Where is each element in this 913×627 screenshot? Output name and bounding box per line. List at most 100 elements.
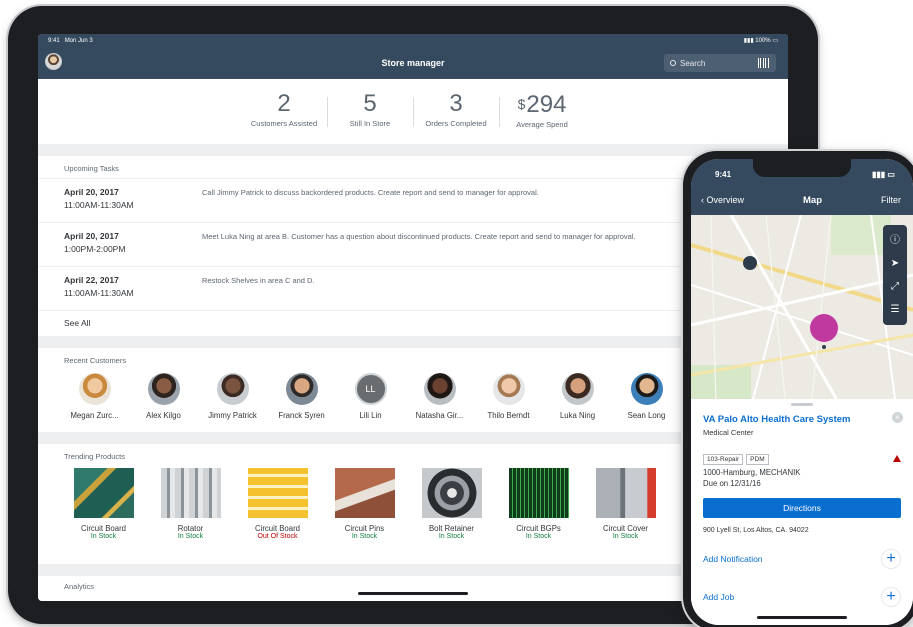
customer-name: Megan Zurc... <box>70 411 119 420</box>
fullscreen-icon[interactable]: ⤢ <box>891 281 899 292</box>
task-row[interactable]: April 20, 2017 11:00AM-11:30AM Call Jimmy… <box>38 178 788 222</box>
kpi-customers-assisted[interactable]: 2 Customers Assisted <box>241 91 327 144</box>
due-date: Due on 12/31/16 <box>703 479 761 488</box>
map-marker-dot <box>822 345 826 349</box>
customer-avatar <box>423 373 456 405</box>
customer-item[interactable]: Franck Syren <box>267 373 336 432</box>
product-item[interactable]: Circuit Board Out Of Stock <box>234 468 321 564</box>
card-header: Recent Customers <box>64 356 127 365</box>
status-time: 9:41 <box>715 169 732 179</box>
product-status: In Stock <box>612 533 639 540</box>
product-item[interactable]: Circuit BGPs In Stock <box>495 468 582 564</box>
back-label: Overview <box>706 195 745 205</box>
back-button[interactable]: ‹ Overview <box>701 195 744 205</box>
plus-icon[interactable]: + <box>881 587 901 607</box>
product-item[interactable]: Circuit Pins In Stock <box>321 468 408 564</box>
product-status: In Stock <box>177 533 204 540</box>
user-avatar[interactable] <box>45 53 62 70</box>
task-description: Meet Luka Ning at area B. Customer has a… <box>202 232 636 241</box>
map-canvas <box>691 215 913 407</box>
warning-icon <box>893 455 901 462</box>
info-icon[interactable]: ⓘ <box>890 235 900 246</box>
product-name: Bolt Retainer <box>428 524 475 533</box>
customer-item[interactable]: Megan Zurc... <box>60 373 129 432</box>
map-marker-selected <box>810 314 838 342</box>
kpi-average-spend[interactable]: $294 Average Spend <box>499 91 585 144</box>
add-notification-row[interactable]: Add Notification + <box>691 540 913 578</box>
product-image <box>160 468 221 518</box>
task-when: April 20, 2017 11:00AM-11:30AM <box>64 186 202 215</box>
customer-avatar <box>285 373 318 405</box>
product-status: In Stock <box>438 533 465 540</box>
product-name: Circuit Board <box>80 524 127 533</box>
product-name: Circuit Board <box>254 524 301 533</box>
ipad-status-bar: 9:41 Mon Jun 3 ▮▮▮ 100% ▭ <box>38 34 788 47</box>
customer-avatar <box>492 373 525 405</box>
kpi-orders-completed[interactable]: 3 Orders Completed <box>413 91 499 144</box>
kpi-label: Still In Store <box>349 119 391 128</box>
customer-item[interactable]: Natasha Gir... <box>405 373 474 432</box>
customer-item[interactable]: LL Lili Lin <box>336 373 405 432</box>
status-time: 9:41 <box>48 37 60 44</box>
product-list: Circuit Board In Stock Rotator In Stock Ci… <box>38 466 788 564</box>
customer-item[interactable]: Sean Long <box>612 373 681 432</box>
task-when: April 20, 2017 1:00PM-2:00PM <box>64 230 202 259</box>
product-name: Circuit BGPs <box>516 524 561 533</box>
customer-item[interactable]: Jimmy Patrick <box>198 373 267 432</box>
customer-item[interactable]: Luka Ning <box>543 373 612 432</box>
search-input[interactable]: Search <box>664 54 776 72</box>
kpi-label: Average Spend <box>516 120 568 129</box>
search-icon <box>670 60 676 66</box>
product-status: In Stock <box>90 533 117 540</box>
card-header: Upcoming Tasks <box>64 164 119 173</box>
task-date: April 22, 2017 <box>64 275 119 285</box>
location-arrow-icon[interactable]: ➤ <box>891 258 899 269</box>
product-item[interactable]: Rotator In Stock <box>147 468 234 564</box>
kpi-value: 5 <box>363 90 377 117</box>
list-icon[interactable]: ☰ <box>891 304 900 315</box>
customer-name: Luka Ning <box>559 411 596 420</box>
home-indicator[interactable] <box>757 616 847 619</box>
task-row[interactable]: April 20, 2017 1:00PM-2:00PM Meet Luka Ni… <box>38 222 788 266</box>
product-name: Circuit Pins <box>344 524 385 533</box>
shell-bar: Store manager Search <box>38 47 788 79</box>
customer-list: Megan Zurc... Alex Kilgo Jimmy Patrick F… <box>38 370 788 432</box>
product-item[interactable]: Circuit Cover In Stock <box>582 468 669 564</box>
see-all-link[interactable]: See All <box>38 310 788 336</box>
customer-item[interactable]: Alex Kilgo <box>129 373 198 432</box>
address: 900 Lyell St, Los Altos, CA. 94022 <box>703 527 809 534</box>
barcode-scan-icon[interactable] <box>758 58 770 68</box>
task-row[interactable]: April 22, 2017 11:00AM-11:30AM Restock Sh… <box>38 266 788 310</box>
product-item[interactable]: Bolt Retainer In Stock <box>408 468 495 564</box>
filter-button[interactable]: Filter <box>881 195 901 205</box>
kpi-still-in-store[interactable]: 5 Still In Store <box>327 91 413 144</box>
card-header: Trending Products <box>64 452 126 461</box>
product-image <box>595 468 656 518</box>
product-name: Rotator <box>177 524 204 533</box>
home-indicator[interactable] <box>358 592 468 595</box>
app-title: Store manager <box>381 58 445 68</box>
customer-item[interactable]: Thilo Berndt <box>474 373 543 432</box>
customer-avatar <box>630 373 663 405</box>
upcoming-tasks-card: Upcoming Tasks April 20, 2017 11:00AM-11:… <box>38 156 788 336</box>
location-title[interactable]: VA Palo Alto Health Care System <box>691 414 913 425</box>
add-job-row[interactable]: Add Job + <box>691 578 913 616</box>
recent-customers-card: Recent Customers Megan Zurc... Alex Kilg… <box>38 348 788 432</box>
sheet-grip[interactable] <box>791 403 813 406</box>
tag-list: 103-Repair PDM <box>691 437 913 465</box>
ipad-screen: 9:41 Mon Jun 3 ▮▮▮ 100% ▭ Store manager S… <box>38 34 788 601</box>
customer-name: Sean Long <box>627 411 666 420</box>
kpi-value: 3 <box>449 90 463 117</box>
close-icon[interactable]: × <box>892 412 903 423</box>
plus-icon[interactable]: + <box>881 549 901 569</box>
customer-avatar <box>147 373 180 405</box>
product-item[interactable]: Circuit Board In Stock <box>60 468 147 564</box>
map-marker <box>743 256 757 270</box>
product-image <box>508 468 569 518</box>
customer-name: Thilo Berndt <box>487 411 530 420</box>
directions-button[interactable]: Directions <box>703 498 901 518</box>
product-status: In Stock <box>351 533 378 540</box>
product-status: In Stock <box>525 533 552 540</box>
map-view[interactable]: ⓘ ➤ ⤢ ☰ <box>691 215 913 407</box>
signal-battery-icons: ▮▮▮ ▭ <box>872 169 895 179</box>
